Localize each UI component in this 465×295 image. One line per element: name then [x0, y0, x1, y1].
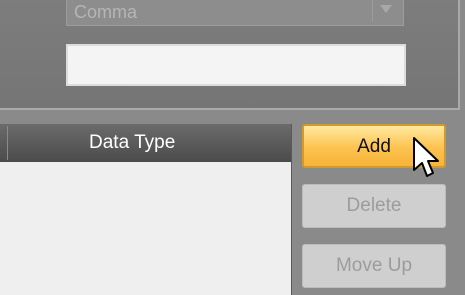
- grid-header: Data Type: [0, 124, 291, 162]
- text-field[interactable]: [66, 44, 406, 86]
- chevron-down-icon[interactable]: [372, 0, 399, 21]
- delete-button[interactable]: Delete: [302, 184, 446, 228]
- delimiter-select[interactable]: Comma: [66, 0, 404, 26]
- format-panel: Comma: [0, 0, 460, 110]
- delimiter-select-value: Comma: [74, 2, 138, 22]
- move-up-button[interactable]: Move Up: [302, 244, 446, 288]
- column-divider[interactable]: [7, 126, 8, 160]
- mouse-pointer-icon: [413, 137, 439, 177]
- column-header-data-type[interactable]: Data Type: [89, 124, 175, 162]
- columns-grid[interactable]: Data Type: [0, 124, 292, 295]
